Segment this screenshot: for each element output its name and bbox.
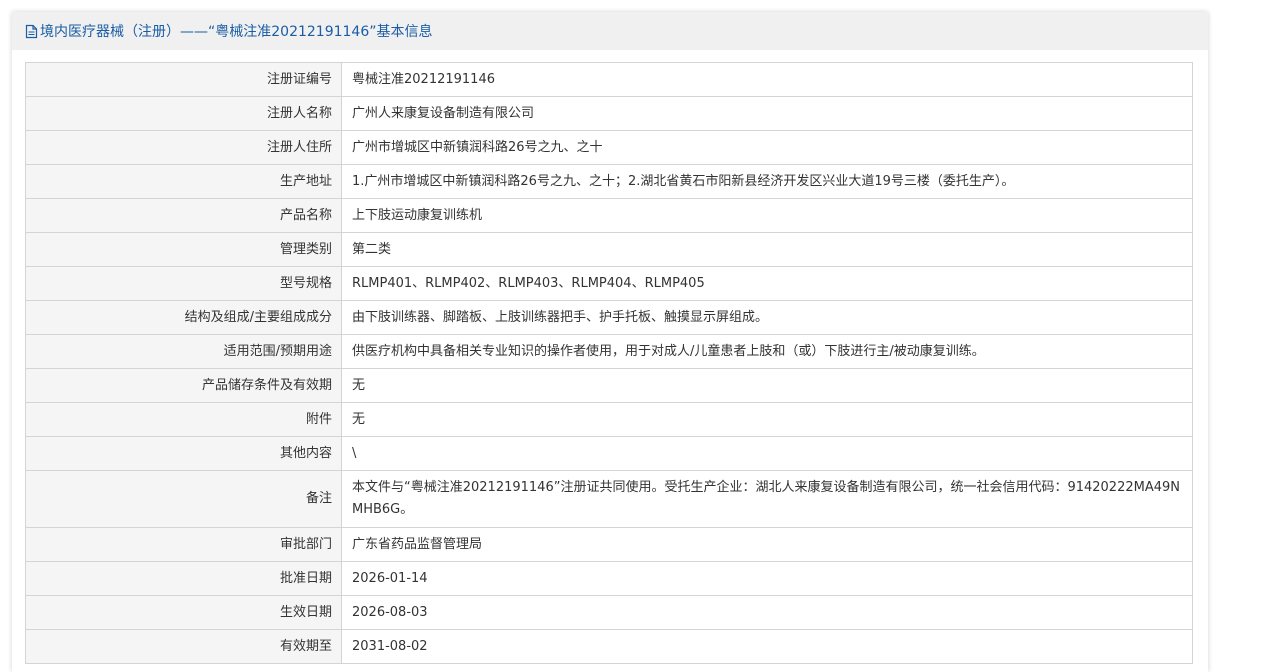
row-label: 备注 [25,470,342,528]
row-value: RLMP401、RLMP402、RLMP403、RLMP404、RLMP405 [341,266,1193,301]
detail-panel: 境内医疗器械（注册）——“粤械注准20212191146”基本信息 注册证编号 … [12,12,1208,672]
row-value: 2026-01-14 [341,561,1193,596]
row-label: 审批部门 [25,527,342,562]
row-value: 广东省药品监督管理局 [341,527,1193,562]
row-label: 产品储存条件及有效期 [25,368,342,403]
row-value: 本文件与“粤械注准20212191146”注册证共同使用。受托生产企业：湖北人来… [341,470,1193,528]
document-icon [25,24,38,39]
row-label: 附件 [25,402,342,437]
row-value: 供医疗机构中具备相关专业知识的操作者使用，用于对成人/儿童患者上肢和（或）下肢进… [341,334,1193,369]
row-label: 产品名称 [25,198,342,233]
row-value: 1.广州市增城区中新镇润科路26号之九、之十；2.湖北省黄石市阳新县经济开发区兴… [341,164,1193,199]
table-row: 批准日期 2026-01-14 [25,561,1193,596]
table-row: 管理类别 第二类 [25,232,1193,267]
row-value: 无 [341,368,1193,403]
row-label: 注册证编号 [25,62,342,97]
table-row: 有效期至 2031-08-02 [25,629,1193,664]
table-row: 生产地址 1.广州市增城区中新镇润科路26号之九、之十；2.湖北省黄石市阳新县经… [25,164,1193,199]
table-row: 其他内容 \ [25,436,1193,471]
table-row: 备注 本文件与“粤械注准20212191146”注册证共同使用。受托生产企业：湖… [25,470,1193,528]
table-row: 注册人住所 广州市增城区中新镇润科路26号之九、之十 [25,130,1193,165]
table-row: 审批部门 广东省药品监督管理局 [25,527,1193,562]
table-row: 结构及组成/主要组成成分 由下肢训练器、脚踏板、上肢训练器把手、护手托板、触摸显… [25,300,1193,335]
row-value: \ [341,436,1193,471]
row-value: 粤械注准20212191146 [341,62,1193,97]
table-row: 产品储存条件及有效期 无 [25,368,1193,403]
row-label: 有效期至 [25,629,342,664]
info-table: 注册证编号 粤械注准20212191146 注册人名称 广州人来康复设备制造有限… [25,62,1193,664]
row-label: 生效日期 [25,595,342,630]
table-row: 附件 无 [25,402,1193,437]
row-value: 第二类 [341,232,1193,267]
row-label: 注册人名称 [25,96,342,131]
row-label: 注册人住所 [25,130,342,165]
row-value: 2031-08-02 [341,629,1193,664]
row-value: 广州市增城区中新镇润科路26号之九、之十 [341,130,1193,165]
row-label: 管理类别 [25,232,342,267]
row-label: 结构及组成/主要组成成分 [25,300,342,335]
row-label: 其他内容 [25,436,342,471]
row-label: 适用范围/预期用途 [25,334,342,369]
row-value: 由下肢训练器、脚踏板、上肢训练器把手、护手托板、触摸显示屏组成。 [341,300,1193,335]
row-value: 上下肢运动康复训练机 [341,198,1193,233]
page-title: 境内医疗器械（注册）——“粤械注准20212191146”基本信息 [40,24,433,40]
row-value: 2026-08-03 [341,595,1193,630]
table-row: 注册证编号 粤械注准20212191146 [25,62,1193,97]
row-label: 生产地址 [25,164,342,199]
table-row: 注册人名称 广州人来康复设备制造有限公司 [25,96,1193,131]
row-label: 型号规格 [25,266,342,301]
table-row: 型号规格 RLMP401、RLMP402、RLMP403、RLMP404、RLM… [25,266,1193,301]
panel-header: 境内医疗器械（注册）——“粤械注准20212191146”基本信息 [12,12,1208,50]
table-row: 生效日期 2026-08-03 [25,595,1193,630]
row-value: 广州人来康复设备制造有限公司 [341,96,1193,131]
table-row: 产品名称 上下肢运动康复训练机 [25,198,1193,233]
row-value: 无 [341,402,1193,437]
table-row: 适用范围/预期用途 供医疗机构中具备相关专业知识的操作者使用，用于对成人/儿童患… [25,334,1193,369]
row-label: 批准日期 [25,561,342,596]
